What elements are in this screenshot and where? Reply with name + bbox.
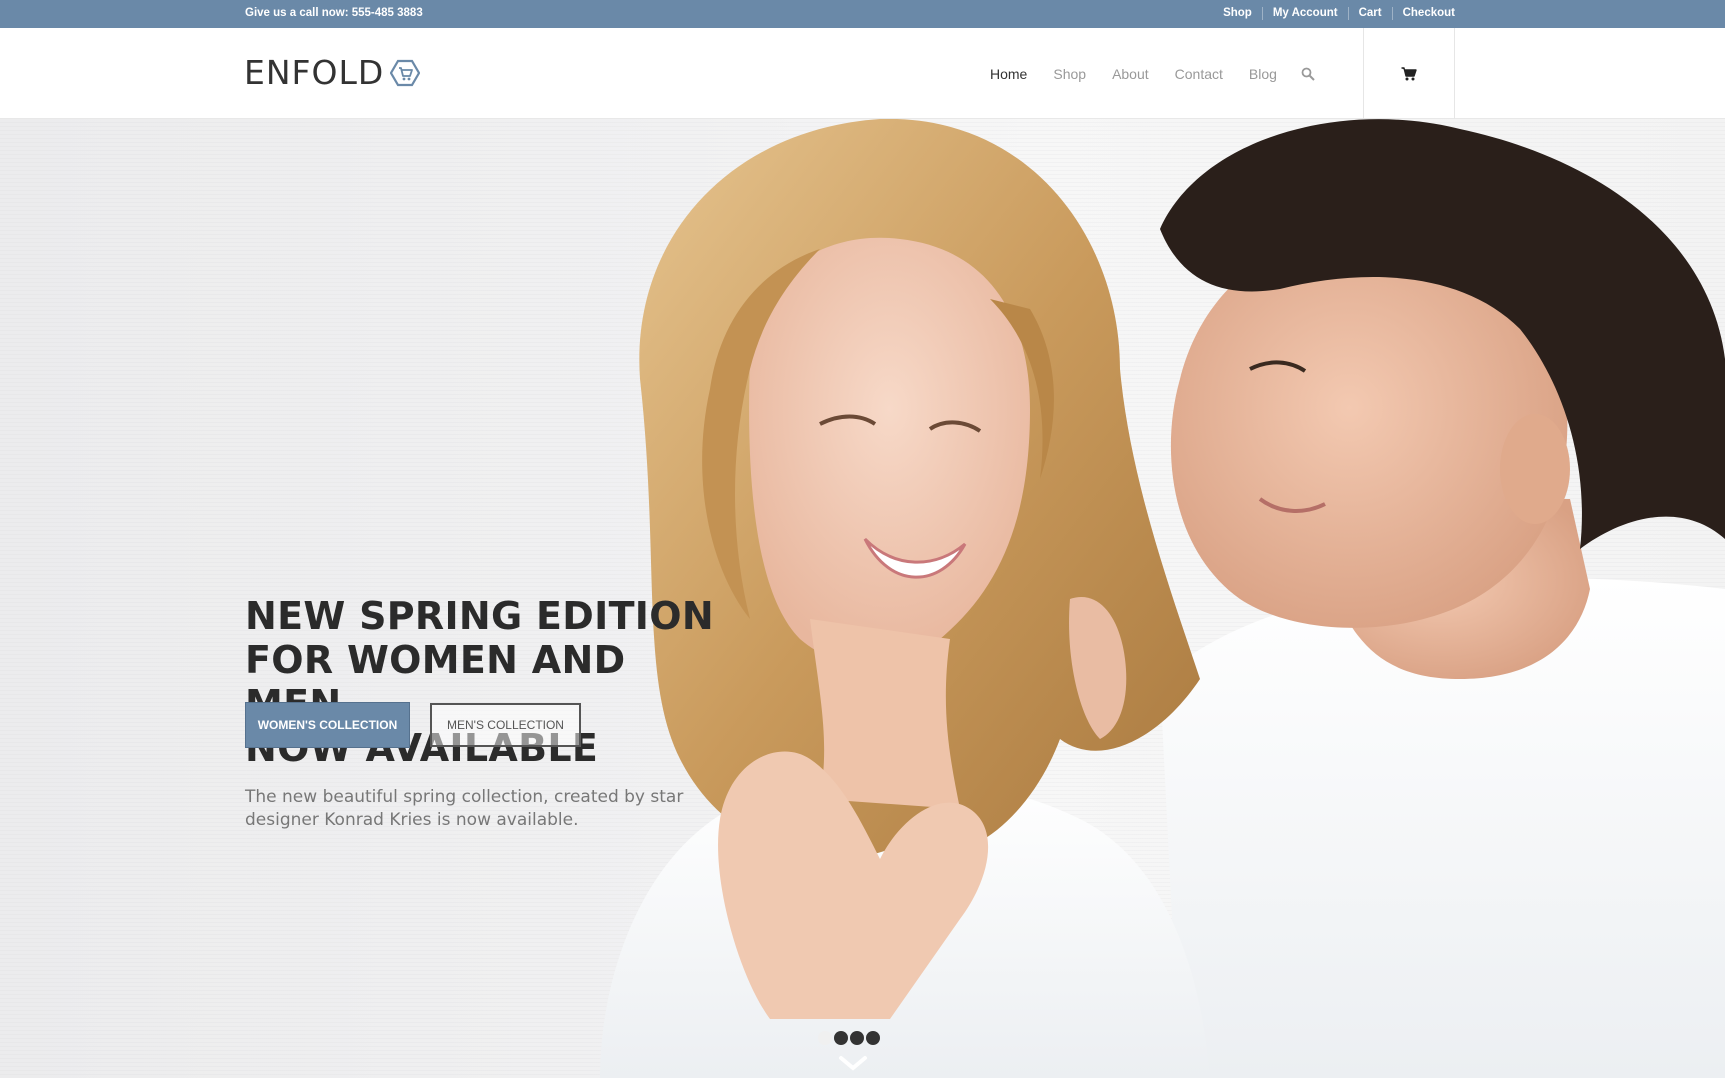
hero-slider: NEW SPRING EDITION FOR WOMEN AND MEN NOW…	[0, 119, 1725, 1078]
logo-cart-icon	[390, 59, 421, 86]
main-header: ENFOLD Home Shop About Contact Blog	[0, 28, 1725, 119]
top-link-shop[interactable]: Shop	[1213, 7, 1262, 20]
hero-subtitle-line: designer Konrad Kries is now available.	[245, 810, 579, 830]
slider-dot[interactable]	[850, 1031, 864, 1045]
site-logo[interactable]: ENFOLD	[244, 53, 421, 92]
top-link-checkout[interactable]: Checkout	[1391, 7, 1455, 20]
nav-blog[interactable]: Blog	[1249, 66, 1277, 82]
logo-text: ENFOLD	[244, 53, 385, 92]
nav-shop[interactable]: Shop	[1053, 66, 1086, 82]
slider-dot[interactable]	[834, 1031, 848, 1045]
top-links: Shop My Account Cart Checkout	[1213, 7, 1455, 20]
nav-contact[interactable]: Contact	[1175, 66, 1223, 82]
hero-subtitle: The new beautiful spring collection, cre…	[245, 786, 695, 832]
nav-about[interactable]: About	[1112, 66, 1149, 82]
top-link-my-account[interactable]: My Account	[1261, 7, 1348, 20]
slider-dot[interactable]	[866, 1031, 880, 1045]
hero-buttons: WOMEN'S COLLECTION MEN'S COLLECTION	[245, 702, 581, 748]
womens-collection-button[interactable]: WOMEN'S COLLECTION	[245, 702, 410, 748]
top-link-cart[interactable]: Cart	[1347, 7, 1392, 20]
hero-couple-image	[600, 119, 1725, 1078]
nav-home[interactable]: Home	[990, 66, 1027, 82]
slider-dots	[818, 1031, 882, 1045]
top-bar: Give us a call now: 555-485 3883 Shop My…	[0, 0, 1725, 28]
header-cart-button[interactable]	[1363, 28, 1455, 119]
slider-dot[interactable]	[818, 1031, 832, 1045]
search-icon[interactable]	[1301, 67, 1315, 81]
mens-collection-button[interactable]: MEN'S COLLECTION	[430, 703, 581, 747]
scroll-down-icon[interactable]	[838, 1055, 868, 1071]
hero-subtitle-line: The new beautiful spring collection, cre…	[245, 787, 684, 807]
cart-icon	[1401, 66, 1417, 80]
main-nav: Home Shop About Contact Blog	[990, 28, 1315, 119]
hero-title-line: NEW SPRING EDITION	[245, 594, 714, 638]
phone-text: Give us a call now: 555-485 3883	[245, 7, 423, 19]
